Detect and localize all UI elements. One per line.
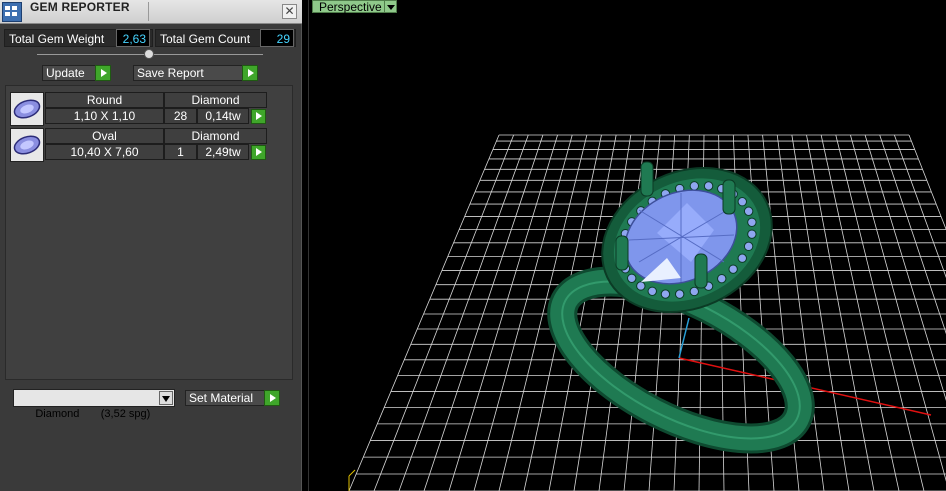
halo-stone [737, 253, 747, 263]
ring-model [547, 161, 815, 454]
halo-stone [747, 217, 757, 227]
3d-viewport[interactable]: Perspective [308, 0, 946, 491]
save-report-button[interactable]: Save Report [133, 65, 258, 81]
chevron-down-icon[interactable] [384, 0, 397, 13]
halo-stone [703, 181, 714, 191]
gem-shape: Oval [45, 128, 164, 144]
gem-type: Diamond [164, 128, 267, 144]
halo-stone [689, 181, 700, 191]
play-icon[interactable] [95, 65, 111, 81]
round-gem-icon [10, 92, 44, 126]
gem-reporter-panel: GEM REPORTER ✕ Total Gem Weight 2,63 Tot… [0, 0, 302, 491]
halo-stone [743, 241, 754, 252]
play-icon[interactable] [251, 109, 266, 124]
close-icon[interactable]: ✕ [282, 4, 297, 19]
gem-weight: 0,14tw [197, 108, 249, 124]
update-button[interactable]: Update [42, 65, 111, 81]
gem-list: Round Diamond 1,10 X 1,10 28 0,14tw Oval… [5, 85, 293, 380]
halo-stone [627, 273, 637, 284]
total-gem-weight-value: 2,63 [116, 29, 150, 47]
halo-stone [717, 273, 727, 284]
gem-shape: Round [45, 92, 164, 108]
set-material-button[interactable]: Set Material [185, 390, 280, 406]
gem-size: 10,40 X 7,60 [45, 144, 164, 160]
chevron-down-icon[interactable] [159, 391, 173, 405]
halo-stone [660, 289, 671, 299]
play-icon[interactable] [264, 390, 280, 406]
halo-stone [743, 206, 754, 216]
view-mode-label[interactable]: Perspective [312, 0, 388, 13]
total-gem-count-value: 29 [260, 29, 294, 47]
gem-weight: 2,49tw [197, 144, 249, 160]
halo-stone [689, 286, 699, 297]
halo-stone [647, 286, 657, 296]
app-window: GEM REPORTER ✕ Total Gem Weight 2,63 Tot… [0, 0, 946, 491]
update-button-label: Update [46, 66, 85, 80]
halo-stone [747, 229, 757, 239]
material-dropdown[interactable]: Diamond (3,52 spg) [13, 389, 175, 420]
titlebar-divider [148, 2, 149, 21]
halo-stone [737, 196, 747, 207]
play-icon[interactable] [251, 145, 266, 160]
halo-stone [636, 281, 646, 291]
halo-stone [674, 289, 685, 299]
panel-title: GEM REPORTER [30, 0, 130, 14]
perspective-scene[interactable] [309, 0, 946, 491]
gem-count: 28 [164, 108, 197, 124]
set-material-button-label: Set Material [189, 391, 254, 405]
size-slider-thumb[interactable] [144, 49, 154, 59]
panel-titlebar[interactable]: GEM REPORTER ✕ [0, 0, 302, 24]
oval-gem-icon [10, 128, 44, 162]
gem-reporter-icon [2, 2, 22, 22]
save-report-button-label: Save Report [137, 66, 204, 80]
play-icon[interactable] [242, 65, 258, 81]
gem-row[interactable]: Round Diamond 1,10 X 1,10 28 0,14tw [10, 92, 272, 126]
gem-count: 1 [164, 144, 197, 160]
gem-row[interactable]: Oval Diamond 10,40 X 7,60 1 2,49tw [10, 128, 272, 162]
halo-stone [728, 264, 738, 274]
material-dropdown-value: Diamond (3,52 spg) [35, 408, 151, 420]
gem-size: 1,10 X 1,10 [45, 108, 164, 124]
gem-type: Diamond [164, 92, 267, 108]
